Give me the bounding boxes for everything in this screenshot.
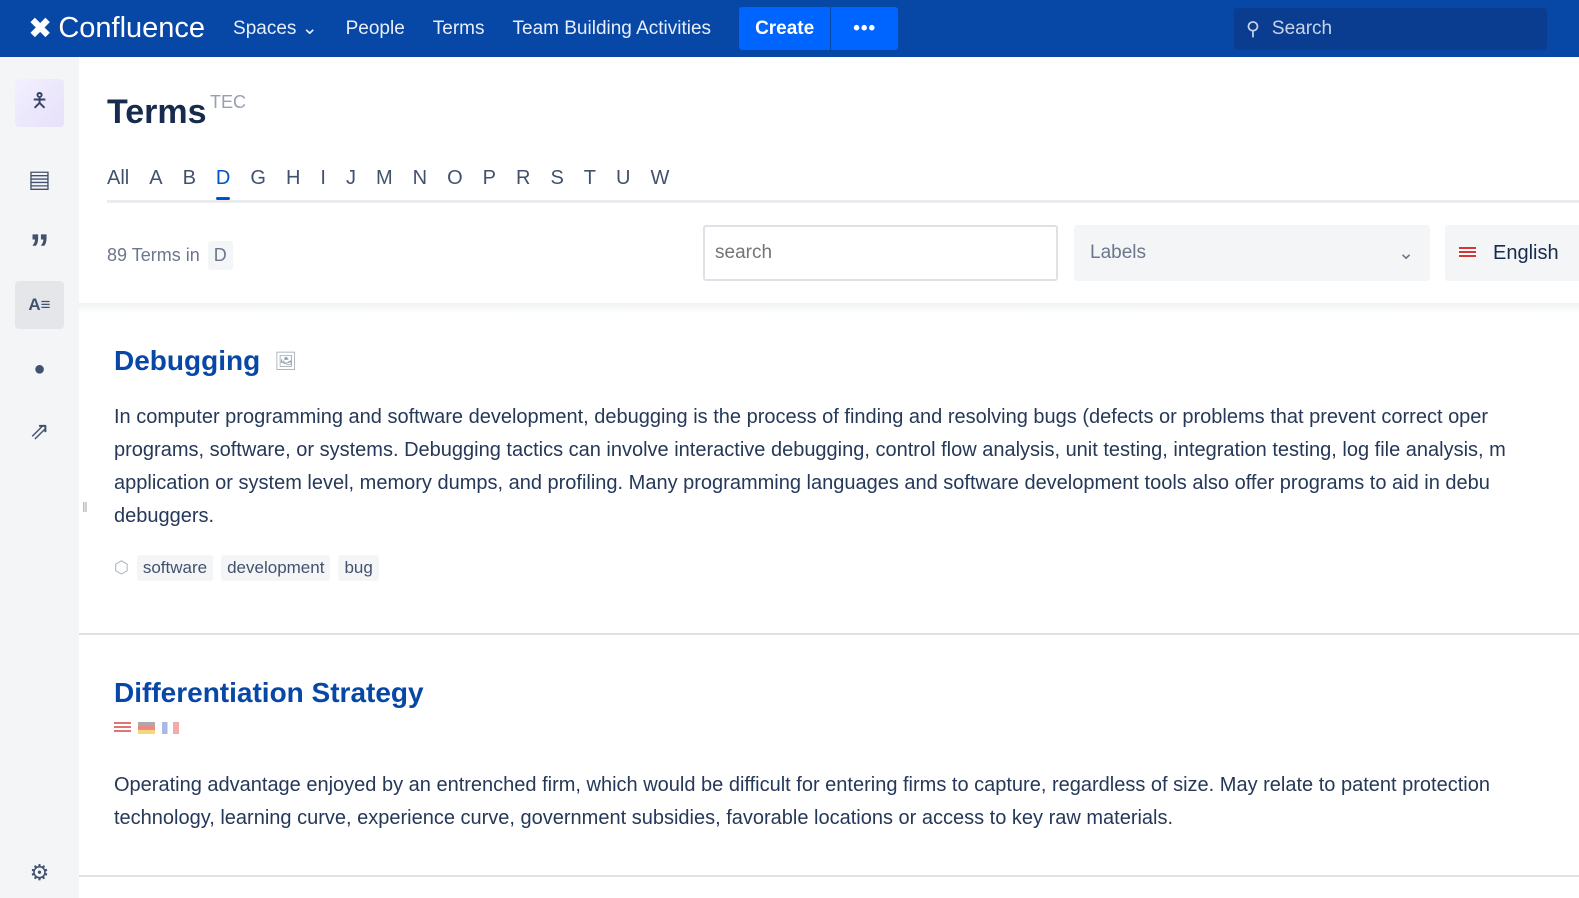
term-entry: Debugging 🖼 In computer programming and s… [114,345,1506,581]
label-chip[interactable]: software [136,555,214,581]
header-shadow [79,303,1579,313]
term-description: In computer programming and software dev… [114,401,1506,533]
space-key: TEC [210,92,246,112]
desc-line: debuggers. [114,505,215,527]
divider [79,633,1579,635]
letter-tab-i[interactable]: I [320,167,326,198]
letter-tab-o[interactable]: O [447,167,463,198]
letter-tab-j[interactable]: J [346,167,356,198]
label-chip[interactable]: bug [338,555,379,581]
term-entry: Differentiation Strategy Operating advan… [114,677,1490,835]
term-count: 89 Terms in D [107,241,233,270]
tag-icon: ⬡ [114,558,129,577]
letter-tab-u[interactable]: U [616,167,630,198]
language-select[interactable]: English [1445,225,1579,281]
letter-tab-r[interactable]: R [516,167,530,198]
term-search-input[interactable] [703,225,1058,281]
count-text: 89 Terms in [107,245,200,265]
fr-flag-icon[interactable] [162,722,179,734]
term-title[interactable]: Differentiation Strategy [114,677,424,709]
glossary-icon[interactable]: A≡ [15,281,64,329]
de-flag-icon[interactable] [138,722,155,734]
labels-dropdown[interactable]: Labels ⌄ [1074,225,1430,281]
alphabet-tabs: All A B D G H I J M N O P R S T U W [107,167,689,200]
us-flag-icon[interactable] [114,722,131,734]
image-icon: 🖼 [274,350,298,371]
count-letter: D [207,241,233,270]
chevron-down-icon: ⌄ [301,18,318,39]
nav-team-building[interactable]: Team Building Activities [513,18,712,40]
label-list: ⬡ software development bug [114,555,1506,581]
search-icon: ⚲ [1246,18,1260,40]
search-placeholder: Search [1271,18,1333,39]
term-description: Operating advantage enjoyed by an entren… [114,769,1490,835]
desc-line: application or system level, memory dump… [114,472,1490,494]
tabs-divider [107,200,1579,203]
pages-icon[interactable]: ▤ [15,155,64,203]
desc-line: technology, learning curve, experience c… [114,807,1174,829]
create-group: Create ••• [739,7,899,50]
brand-name: Confluence [58,12,206,44]
letter-tab-b[interactable]: B [183,167,196,198]
letter-tab-g[interactable]: G [250,167,266,198]
confluence-logo[interactable]: ✖ Confluence [28,11,205,46]
confluence-icon: ✖ [28,13,53,45]
gear-icon[interactable]: ⚙ [15,849,64,897]
desc-line: In computer programming and software dev… [114,406,1489,428]
person-icon: 🯅 [30,90,49,112]
labels-label: Labels [1090,242,1146,263]
nav-people[interactable]: People [346,18,405,40]
letter-tab-p[interactable]: P [483,167,496,198]
letter-tab-t[interactable]: T [584,167,596,198]
external-link-icon[interactable]: ⇗ [15,407,64,455]
translation-flags [114,721,1490,739]
language-label: English [1493,241,1559,264]
chevron-down-icon: ⌄ [1398,242,1414,264]
sidebar: 🯅 ▤ ” A≡ ● ⇗ ⚙ ‖ [0,57,88,898]
us-flag-icon [1459,247,1476,259]
top-nav: ✖ Confluence Spaces ⌄ People Terms Team B… [0,0,1579,57]
quote-icon[interactable]: ” [15,218,64,271]
desc-line: programs, software, or systems. Debuggin… [114,439,1506,461]
divider [79,875,1579,877]
space-avatar[interactable]: 🯅 [15,79,64,127]
create-button[interactable]: Create [739,7,830,50]
global-search[interactable]: ⚲ Search [1234,8,1547,50]
term-title[interactable]: Debugging [114,345,260,377]
desc-line: Operating advantage enjoyed by an entren… [114,774,1490,796]
letter-tab-h[interactable]: H [286,167,300,198]
page-title: Terms [107,93,207,131]
nav-spaces-label: Spaces [233,18,297,39]
letter-tab-a[interactable]: A [149,167,162,198]
letter-tab-m[interactable]: M [376,167,393,198]
letter-tab-n[interactable]: N [413,167,427,198]
label-chip[interactable]: development [221,555,331,581]
nav-terms[interactable]: Terms [433,18,485,40]
reader-icon[interactable]: ● [15,345,64,393]
nav-spaces[interactable]: Spaces ⌄ [233,17,318,40]
more-button[interactable]: ••• [830,7,898,50]
letter-tab-w[interactable]: W [650,167,669,198]
letter-tab-s[interactable]: S [550,167,563,198]
main-content: Terms TEC All A B D G H I J M N O P R S T U W 89 Terms i… [79,57,1579,898]
letter-tab-all[interactable]: All [107,167,129,198]
letter-tab-d[interactable]: D [215,167,231,200]
